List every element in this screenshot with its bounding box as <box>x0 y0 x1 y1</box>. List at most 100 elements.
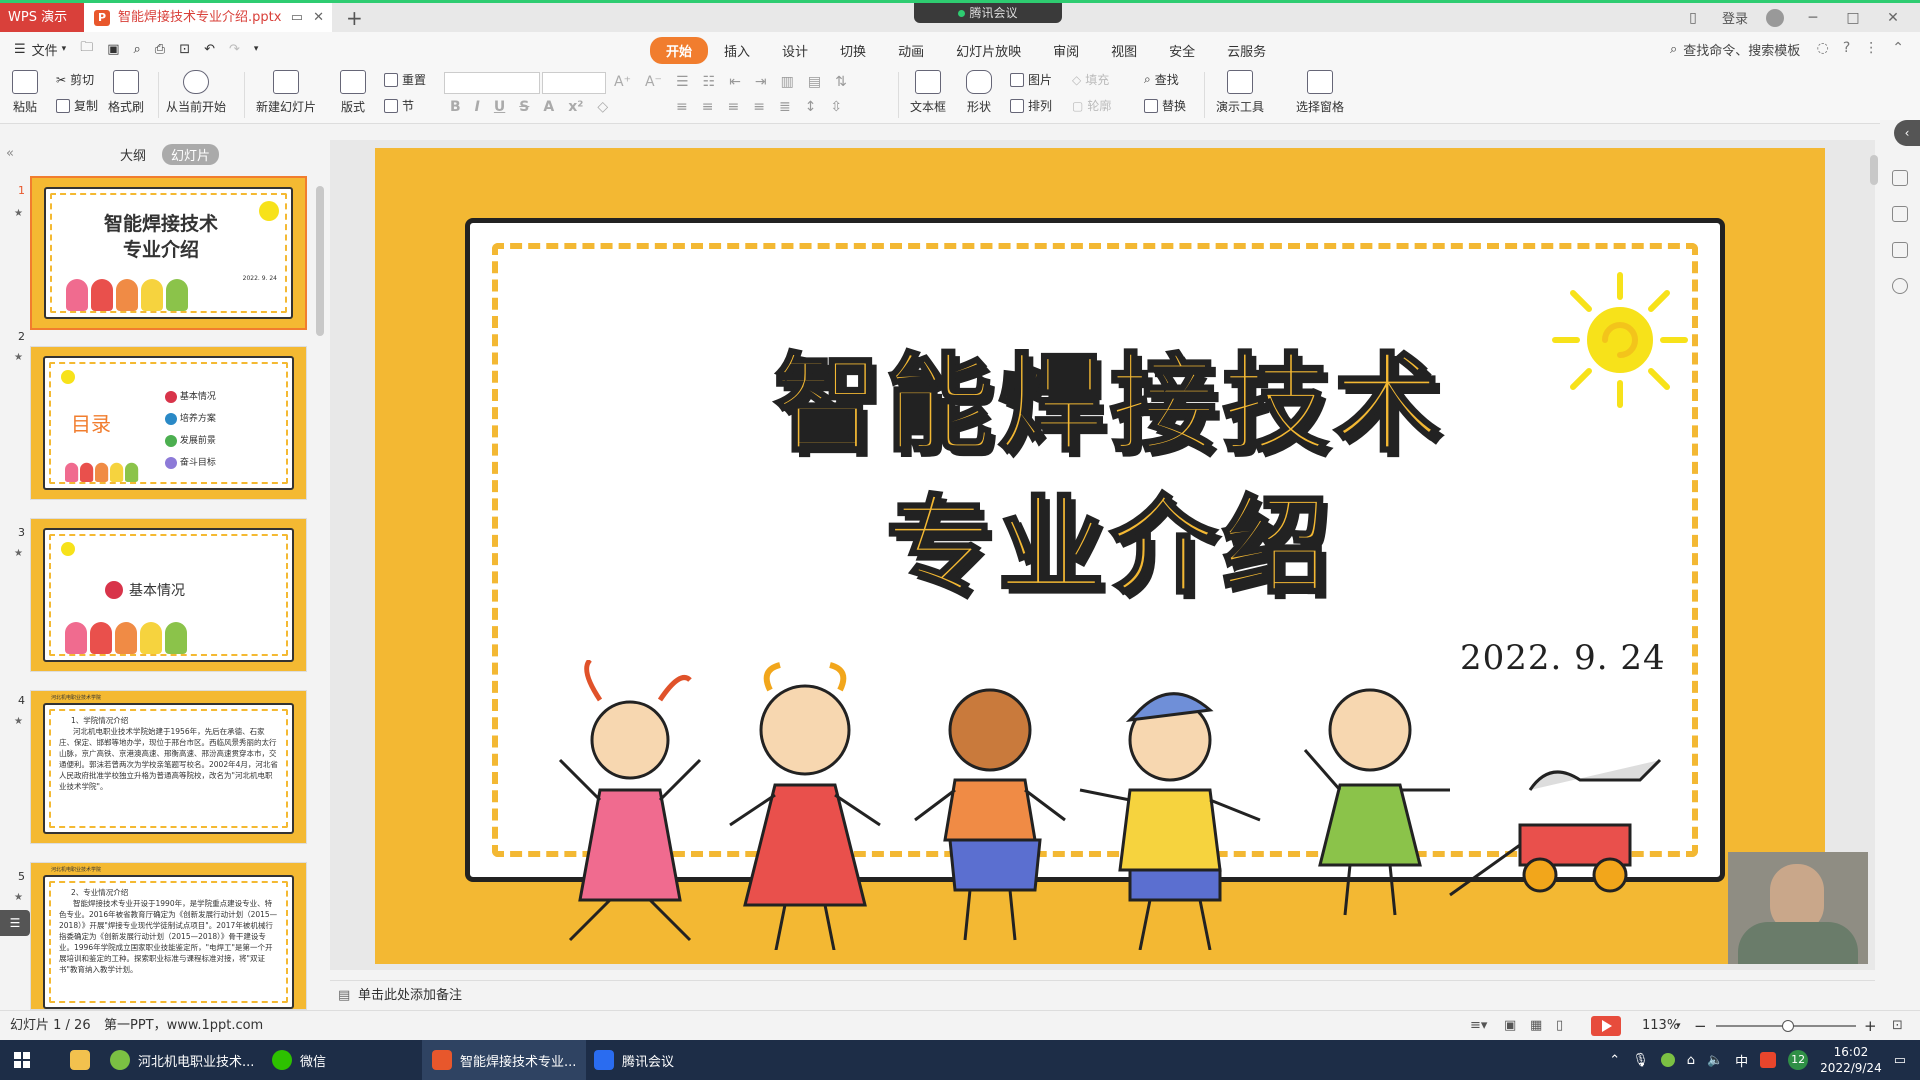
paragraph-spacing-icon[interactable]: ⇳ <box>830 99 842 115</box>
print-icon[interactable]: ⎙ <box>155 42 165 57</box>
align-text-icon[interactable]: ▤ <box>808 74 821 90</box>
zoom-out-icon[interactable]: − <box>1694 1011 1707 1041</box>
save-icon[interactable]: ▣ <box>107 42 119 57</box>
document-tab[interactable]: P 智能焊接技术专业介绍.pptx ▭ ✕ <box>84 3 332 32</box>
tab-outline[interactable]: 大纲 <box>120 145 146 164</box>
tab-slides[interactable]: 幻灯片 <box>162 143 220 165</box>
play-from-current-button[interactable]: 从当前开始 <box>166 70 226 115</box>
action-center-icon[interactable]: ▭ <box>1894 1053 1906 1068</box>
file-explorer-icon[interactable] <box>60 1040 100 1080</box>
taskbar-app-wps[interactable]: 智能焊接技术专业... <box>422 1040 587 1080</box>
reset-button[interactable]: 重置 <box>384 71 426 88</box>
slide-sorter-icon[interactable]: ▦ <box>1530 1011 1542 1041</box>
tab-review[interactable]: 审阅 <box>1037 37 1095 64</box>
thumbnail-scrollbar[interactable] <box>316 170 324 990</box>
picture-button[interactable]: 图片 <box>1010 71 1052 88</box>
slide-thumbnail-2[interactable]: 目录 基本情况 培养方案 发展前景 奋斗目标 <box>30 346 307 500</box>
monitor-icon[interactable]: ▭ <box>291 3 303 32</box>
redo-icon[interactable]: ↷ <box>229 42 240 57</box>
slide-thumbnail-4[interactable]: 河北机电职业技术学院 1、学院情况介绍 河北机电职业技术学院始建于1956年，先… <box>30 690 307 844</box>
window-layout-icon[interactable]: ▯ <box>1682 10 1704 26</box>
line-spacing-icon[interactable]: ↕ <box>805 99 817 115</box>
tab-security[interactable]: 安全 <box>1153 37 1211 64</box>
textbox-button[interactable]: 文本框 <box>910 70 946 115</box>
collapse-sidebar-icon[interactable]: ‹ <box>1894 120 1920 146</box>
scrollbar-thumb[interactable] <box>316 186 324 336</box>
underline-icon[interactable]: U <box>494 99 505 115</box>
undo-icon[interactable]: ↶ <box>204 42 215 57</box>
font-color-icon[interactable]: A <box>543 99 554 115</box>
scrollbar-thumb[interactable] <box>1870 155 1878 185</box>
taskbar-app-browser[interactable]: 河北机电职业技术... <box>100 1040 264 1080</box>
shrink-font-icon[interactable]: A⁻ <box>645 74 662 90</box>
clear-format-icon[interactable]: ◇ <box>597 99 608 115</box>
collapse-panel-icon[interactable]: « <box>6 146 14 161</box>
tab-transition[interactable]: 切换 <box>824 37 882 64</box>
format-painter-button[interactable]: 格式刷 <box>108 70 144 115</box>
maximize-icon[interactable]: □ <box>1842 10 1864 26</box>
open-folder-icon[interactable]: 🗀 <box>80 38 93 60</box>
slide-subtitle[interactable]: 专业介绍 <box>690 460 1530 614</box>
strikethrough-icon[interactable]: S <box>519 99 529 115</box>
superscript-icon[interactable]: x² <box>568 99 583 115</box>
shape-button[interactable]: 形状 <box>966 70 992 115</box>
system-clock[interactable]: 16:02 2022/9/24 <box>1820 1044 1882 1076</box>
windows-start-icon[interactable] <box>14 1052 30 1068</box>
selection-pane-button[interactable]: 选择窗格 <box>1296 70 1344 115</box>
volume-icon[interactable]: 🔈 <box>1707 1053 1723 1068</box>
justify-icon[interactable]: ≡ <box>753 99 765 115</box>
avatar-icon[interactable] <box>1766 8 1784 27</box>
text-direction-icon[interactable]: ⇅ <box>835 74 847 90</box>
bullet-list-icon[interactable]: ☰ <box>676 74 689 90</box>
hamburger-icon[interactable]: ☰ <box>14 42 26 57</box>
more-icon[interactable]: ⋮ <box>1864 40 1878 56</box>
section-button[interactable]: 节 <box>384 97 414 114</box>
fill-button[interactable]: ◇ 填充 <box>1072 71 1109 88</box>
notes-toggle-icon[interactable]: ≡▾ <box>1470 1011 1487 1041</box>
align-left-icon[interactable]: ≡ <box>676 99 688 115</box>
customize-icon[interactable]: ▾ <box>254 44 259 54</box>
zoom-slider[interactable] <box>1716 1020 1856 1032</box>
notes-pane[interactable]: ▤ 单击此处添加备注 <box>330 980 1875 1010</box>
align-right-icon[interactable]: ≡ <box>727 99 739 115</box>
chevron-down-icon[interactable]: ▾ <box>62 44 67 54</box>
grow-font-icon[interactable]: A⁺ <box>614 74 631 90</box>
tab-design[interactable]: 设计 <box>766 37 824 64</box>
tab-home[interactable]: 开始 <box>650 37 709 64</box>
tab-slideshow[interactable]: 幻灯片放映 <box>940 37 1037 64</box>
outline-button[interactable]: ▢ 轮廓 <box>1072 97 1111 114</box>
zoom-dropdown-icon[interactable]: ▾ <box>1676 1011 1681 1041</box>
normal-view-icon[interactable]: ▣ <box>1504 1011 1516 1041</box>
indent-increase-icon[interactable]: ⇥ <box>755 74 767 90</box>
meeting-indicator[interactable]: 腾讯会议 <box>914 3 1062 23</box>
settings-icon[interactable] <box>1892 242 1908 258</box>
chat-icon[interactable]: ◌ <box>1817 40 1829 56</box>
print-preview-icon[interactable]: ⊡ <box>179 42 190 57</box>
zoom-level[interactable]: 113% <box>1642 1011 1679 1041</box>
reading-view-icon[interactable]: ▯ <box>1556 1011 1563 1041</box>
tab-insert[interactable]: 插入 <box>708 37 766 64</box>
zoom-slider-knob[interactable] <box>1782 1020 1794 1032</box>
slideshow-play-button[interactable] <box>1591 1016 1621 1036</box>
distribute-icon[interactable]: ≣ <box>779 99 791 115</box>
notification-badge[interactable]: 12 <box>1788 1050 1809 1070</box>
arrange-button[interactable]: 排列 <box>1010 97 1052 114</box>
cut-button[interactable]: ✂ 剪切 <box>56 71 94 88</box>
close-tab-icon[interactable]: ✕ <box>313 3 324 32</box>
ime-indicator[interactable]: 中 <box>1735 1051 1748 1070</box>
export-pdf-icon[interactable]: ⌕ <box>134 42 141 57</box>
numbered-list-icon[interactable]: ☷ <box>703 74 716 90</box>
tab-cloud[interactable]: 云服务 <box>1211 37 1282 64</box>
file-menu[interactable]: 文件 <box>32 40 58 59</box>
present-tools-button[interactable]: 演示工具 <box>1216 70 1264 115</box>
find-button[interactable]: ⌕ 查找 <box>1144 71 1179 88</box>
outline-toggle-icon[interactable]: ☰ <box>0 910 30 936</box>
wps-app-tab[interactable]: WPS 演示 <box>0 3 84 32</box>
network-icon[interactable]: ⌂ <box>1687 1053 1695 1068</box>
columns-icon[interactable]: ▥ <box>781 74 794 90</box>
collapse-ribbon-icon[interactable]: ⌃ <box>1892 40 1904 56</box>
canvas-scrollbar[interactable] <box>1868 155 1880 975</box>
slide-thumbnail-5[interactable]: 河北机电职业技术学院 2、专业情况介绍 智能焊接技术专业开设于1990年，是学院… <box>30 862 307 1010</box>
taskbar-app-tencent-meeting[interactable]: 腾讯会议 <box>584 1040 684 1080</box>
indent-decrease-icon[interactable]: ⇤ <box>729 74 741 90</box>
